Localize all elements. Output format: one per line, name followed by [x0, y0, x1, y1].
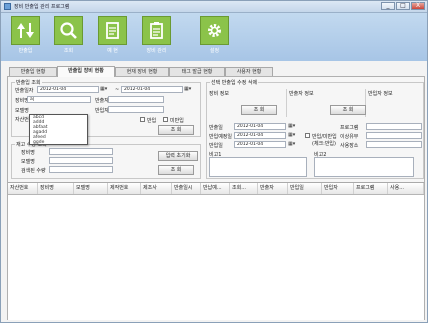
program-label: 프로그램 — [340, 125, 359, 131]
stock-count-label: 검색된 수량 — [21, 168, 46, 174]
app-window: 장비 반출입 관리 프로그램 _ □ X 반출입 조회 예 현 장비 관리 설정… — [0, 0, 428, 323]
column-header[interactable]: 반출일시 — [172, 183, 201, 194]
returned-status-checkbox[interactable] — [305, 133, 310, 138]
gear-icon — [200, 16, 229, 45]
toolbar: 반출입 조회 예 현 장비 관리 설정 — [1, 13, 427, 61]
calendar-dropdown-icon[interactable]: ▦▾ — [100, 86, 109, 93]
condition-input[interactable] — [366, 132, 422, 139]
date-label: 반출일자 — [15, 88, 34, 94]
date-tilde: ~ — [115, 87, 120, 93]
tab-content-panel: 반출입 조회 반출일자 2012-01-04 ▦▾ ~ 2012-01-04 ▦… — [7, 76, 425, 320]
tab-tag-issue[interactable]: 태그 발급 현황 — [169, 67, 225, 76]
column-header[interactable]: 조회... — [230, 183, 258, 194]
minimize-button[interactable]: _ — [381, 2, 395, 10]
tab-users[interactable]: 사용자 현황 — [225, 67, 273, 76]
toolbar-button-report[interactable]: 예 현 — [98, 16, 127, 61]
app-icon — [4, 3, 11, 10]
equipment-inout-table[interactable]: 자산번호 장비명 모델명 제작번호 제조사 반출일시 반납예... 조회... … — [8, 182, 424, 320]
date-from-input[interactable]: 2012-01-04 — [37, 86, 99, 93]
maximize-button[interactable]: □ — [396, 2, 410, 10]
carrier-search-button[interactable]: 조 회 — [330, 105, 366, 115]
calendar-dropdown-icon[interactable]: ▦▾ — [288, 123, 297, 130]
toolbar-button-equipment[interactable]: 장비 관리 — [142, 16, 171, 61]
calendar-dropdown-icon[interactable]: ▦▾ — [288, 132, 297, 139]
column-header[interactable]: 반납예... — [201, 183, 230, 194]
column-header[interactable]: 모델명 — [74, 183, 108, 194]
toolbar-button-search[interactable]: 조회 — [54, 16, 83, 61]
document-icon — [98, 16, 127, 45]
equipment-input[interactable]: a| — [27, 96, 91, 103]
date-to-input[interactable]: 2012-01-04 — [121, 86, 183, 93]
returned-label: 반입 — [147, 118, 157, 124]
column-header[interactable]: 제작번호 — [108, 183, 141, 194]
receiver-input[interactable] — [108, 106, 164, 113]
equipment-search-button[interactable]: 조 회 — [241, 105, 277, 115]
column-header[interactable]: 자산번호 — [8, 183, 38, 194]
carrier-info-label: 반출자 정보 — [289, 91, 314, 97]
title-bar: 장비 반출입 관리 프로그램 _ □ X — [1, 1, 427, 13]
stock-model-input[interactable] — [49, 157, 113, 164]
equipment-autocomplete-list[interactable]: abcd addd abfaat agadd afeed ggde — [29, 114, 88, 145]
stock-search-button[interactable]: 조 회 — [158, 165, 194, 175]
equipment-info-label: 장비 정보 — [209, 91, 229, 97]
up-down-arrows-icon — [11, 16, 40, 45]
column-header[interactable]: 프로그램 — [354, 183, 388, 194]
in-date-input[interactable]: 2012-01-04 — [234, 141, 286, 148]
out-date-label: 반출일 — [209, 125, 223, 131]
search-button[interactable]: 조 회 — [158, 125, 194, 135]
program-input[interactable] — [366, 123, 422, 130]
toolbar-button-inout[interactable]: 반출입 — [11, 16, 40, 61]
planned-return-input[interactable]: 2012-01-04 — [234, 132, 286, 139]
calendar-dropdown-icon[interactable]: ▦▾ — [288, 141, 297, 148]
note2-textarea[interactable] — [314, 157, 414, 177]
calendar-dropdown-icon[interactable]: ▦▾ — [184, 86, 193, 93]
receiver-info-label: 반입자 정보 — [368, 91, 393, 97]
column-header[interactable]: 제조사 — [141, 183, 172, 194]
receiver-label: 반입자 — [95, 108, 109, 114]
stock-count-field — [49, 166, 113, 173]
column-header[interactable]: 장비명 — [38, 183, 74, 194]
returned-checkbox[interactable] — [140, 117, 145, 122]
column-header[interactable]: 반입자 — [322, 183, 354, 194]
stock-equipment-input[interactable] — [49, 148, 113, 155]
close-button[interactable]: X — [411, 2, 425, 10]
list-item[interactable]: ggde — [30, 140, 87, 145]
tab-equipment-inout-status[interactable]: 반출입 장비 현황 — [57, 66, 115, 77]
place-label: 사용장소 — [340, 143, 359, 149]
search-icon — [54, 16, 83, 45]
condition-label: 이상유무 — [340, 134, 359, 140]
planned-return-label: 반입예정일 — [209, 134, 233, 140]
table-header: 자산번호 장비명 모델명 제작번호 제조사 반출일시 반납예... 조회... … — [8, 183, 424, 195]
tab-inout-status[interactable]: 반출입 현황 — [9, 67, 57, 76]
stock-model-label: 모델명 — [21, 159, 35, 165]
in-date-label: 반입일 — [209, 143, 223, 149]
tab-current-equipment[interactable]: 현재 장비 현황 — [115, 67, 169, 76]
returned-status-hint: (체크:반입) — [312, 141, 336, 147]
stock-equipment-label: 장비명 — [21, 150, 35, 156]
returned-status-label: 반입/미반입 — [312, 134, 337, 140]
not-returned-label: 미반입 — [170, 118, 184, 124]
model-label: 모델명 — [15, 108, 29, 114]
carrier-label: 반출자 — [95, 98, 109, 104]
column-header[interactable]: 반입일 — [288, 183, 322, 194]
divider — [286, 89, 287, 117]
not-returned-checkbox[interactable] — [163, 117, 168, 122]
place-input[interactable] — [366, 141, 422, 148]
column-header[interactable]: 사용... — [388, 183, 424, 194]
reset-input-button[interactable]: 입력 초기화 — [158, 151, 198, 161]
note1-textarea[interactable] — [209, 157, 307, 177]
toolbar-button-settings[interactable]: 설정 — [200, 16, 229, 61]
column-header[interactable]: 반출자 — [258, 183, 288, 194]
window-title: 장비 반출입 관리 프로그램 — [14, 4, 70, 10]
carrier-input[interactable] — [108, 96, 164, 103]
out-date-input[interactable]: 2012-01-04 — [234, 123, 286, 130]
clipboard-icon — [142, 16, 171, 45]
